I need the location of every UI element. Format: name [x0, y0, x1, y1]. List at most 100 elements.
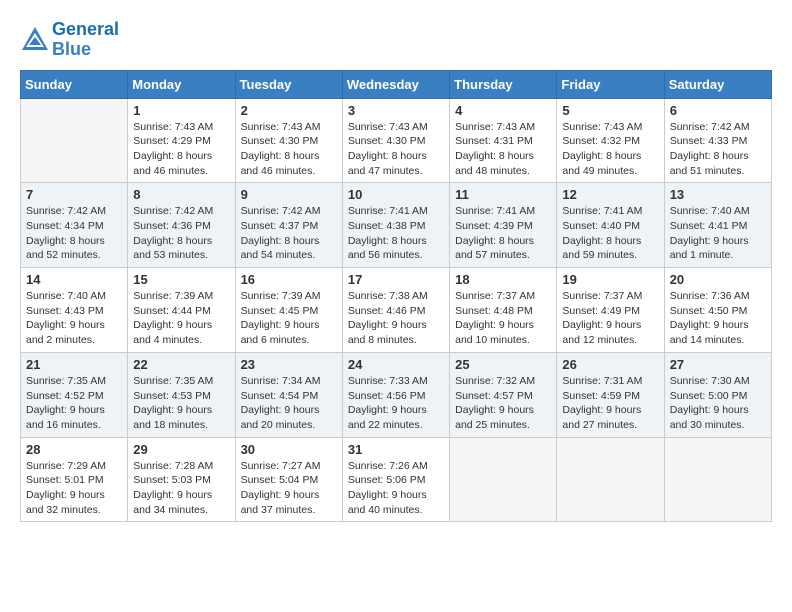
calendar-cell: 18 Sunrise: 7:37 AMSunset: 4:48 PMDayligh… [450, 268, 557, 353]
weekday-header-row: SundayMondayTuesdayWednesdayThursdayFrid… [21, 70, 772, 98]
day-info: Sunrise: 7:39 AMSunset: 4:45 PMDaylight:… [241, 289, 337, 348]
logo: GeneralBlue [20, 20, 119, 60]
calendar-cell: 24 Sunrise: 7:33 AMSunset: 4:56 PMDayligh… [342, 352, 449, 437]
calendar-cell: 25 Sunrise: 7:32 AMSunset: 4:57 PMDayligh… [450, 352, 557, 437]
day-info: Sunrise: 7:43 AMSunset: 4:30 PMDaylight:… [348, 120, 444, 179]
day-number: 31 [348, 442, 444, 457]
day-info: Sunrise: 7:26 AMSunset: 5:06 PMDaylight:… [348, 459, 444, 518]
day-info: Sunrise: 7:42 AMSunset: 4:37 PMDaylight:… [241, 204, 337, 263]
weekday-header-wednesday: Wednesday [342, 70, 449, 98]
day-info: Sunrise: 7:32 AMSunset: 4:57 PMDaylight:… [455, 374, 551, 433]
calendar-table: SundayMondayTuesdayWednesdayThursdayFrid… [20, 70, 772, 523]
calendar-cell: 30 Sunrise: 7:27 AMSunset: 5:04 PMDayligh… [235, 437, 342, 522]
calendar-cell [450, 437, 557, 522]
weekday-header-monday: Monday [128, 70, 235, 98]
day-info: Sunrise: 7:42 AMSunset: 4:33 PMDaylight:… [670, 120, 766, 179]
calendar-cell: 23 Sunrise: 7:34 AMSunset: 4:54 PMDayligh… [235, 352, 342, 437]
calendar-week-5: 28 Sunrise: 7:29 AMSunset: 5:01 PMDayligh… [21, 437, 772, 522]
day-number: 12 [562, 187, 658, 202]
day-number: 28 [26, 442, 122, 457]
day-number: 4 [455, 103, 551, 118]
day-number: 11 [455, 187, 551, 202]
weekday-header-saturday: Saturday [664, 70, 771, 98]
day-number: 30 [241, 442, 337, 457]
day-number: 2 [241, 103, 337, 118]
day-number: 26 [562, 357, 658, 372]
calendar-cell: 16 Sunrise: 7:39 AMSunset: 4:45 PMDayligh… [235, 268, 342, 353]
day-number: 23 [241, 357, 337, 372]
day-number: 15 [133, 272, 229, 287]
calendar-cell: 21 Sunrise: 7:35 AMSunset: 4:52 PMDayligh… [21, 352, 128, 437]
calendar-cell: 31 Sunrise: 7:26 AMSunset: 5:06 PMDayligh… [342, 437, 449, 522]
day-info: Sunrise: 7:27 AMSunset: 5:04 PMDaylight:… [241, 459, 337, 518]
calendar-week-1: 1Sunrise: 7:43 AMSunset: 4:29 PMDaylight… [21, 98, 772, 183]
day-number: 3 [348, 103, 444, 118]
day-info: Sunrise: 7:36 AMSunset: 4:50 PMDaylight:… [670, 289, 766, 348]
day-number: 5 [562, 103, 658, 118]
day-info: Sunrise: 7:31 AMSunset: 4:59 PMDaylight:… [562, 374, 658, 433]
calendar-cell: 4Sunrise: 7:43 AMSunset: 4:31 PMDaylight… [450, 98, 557, 183]
day-number: 25 [455, 357, 551, 372]
day-info: Sunrise: 7:30 AMSunset: 5:00 PMDaylight:… [670, 374, 766, 433]
calendar-week-2: 7Sunrise: 7:42 AMSunset: 4:34 PMDaylight… [21, 183, 772, 268]
day-number: 27 [670, 357, 766, 372]
calendar-cell: 11 Sunrise: 7:41 AMSunset: 4:39 PMDayligh… [450, 183, 557, 268]
calendar-cell [21, 98, 128, 183]
day-info: Sunrise: 7:41 AMSunset: 4:38 PMDaylight:… [348, 204, 444, 263]
calendar-cell: 15 Sunrise: 7:39 AMSunset: 4:44 PMDayligh… [128, 268, 235, 353]
day-number: 8 [133, 187, 229, 202]
day-number: 10 [348, 187, 444, 202]
calendar-cell [664, 437, 771, 522]
day-info: Sunrise: 7:38 AMSunset: 4:46 PMDaylight:… [348, 289, 444, 348]
logo-text: GeneralBlue [52, 20, 119, 60]
calendar-cell: 6 Sunrise: 7:42 AMSunset: 4:33 PMDaylight… [664, 98, 771, 183]
day-info: Sunrise: 7:42 AMSunset: 4:36 PMDaylight:… [133, 204, 229, 263]
day-info: Sunrise: 7:39 AMSunset: 4:44 PMDaylight:… [133, 289, 229, 348]
day-info: Sunrise: 7:35 AMSunset: 4:52 PMDaylight:… [26, 374, 122, 433]
day-info: Sunrise: 7:29 AMSunset: 5:01 PMDaylight:… [26, 459, 122, 518]
day-info: Sunrise: 7:34 AMSunset: 4:54 PMDaylight:… [241, 374, 337, 433]
day-info: Sunrise: 7:43 AMSunset: 4:29 PMDaylight:… [133, 120, 229, 179]
calendar-cell: 8 Sunrise: 7:42 AMSunset: 4:36 PMDaylight… [128, 183, 235, 268]
calendar-cell: 12 Sunrise: 7:41 AMSunset: 4:40 PMDayligh… [557, 183, 664, 268]
calendar-cell: 26 Sunrise: 7:31 AMSunset: 4:59 PMDayligh… [557, 352, 664, 437]
calendar-week-3: 14 Sunrise: 7:40 AMSunset: 4:43 PMDayligh… [21, 268, 772, 353]
day-info: Sunrise: 7:43 AMSunset: 4:30 PMDaylight:… [241, 120, 337, 179]
calendar-cell: 19 Sunrise: 7:37 AMSunset: 4:49 PMDayligh… [557, 268, 664, 353]
day-number: 22 [133, 357, 229, 372]
weekday-header-sunday: Sunday [21, 70, 128, 98]
calendar-cell: 3 Sunrise: 7:43 AMSunset: 4:30 PMDaylight… [342, 98, 449, 183]
day-number: 21 [26, 357, 122, 372]
calendar-cell: 27 Sunrise: 7:30 AMSunset: 5:00 PMDayligh… [664, 352, 771, 437]
calendar-cell: 28 Sunrise: 7:29 AMSunset: 5:01 PMDayligh… [21, 437, 128, 522]
day-info: Sunrise: 7:43 AMSunset: 4:32 PMDaylight:… [562, 120, 658, 179]
day-number: 18 [455, 272, 551, 287]
day-number: 19 [562, 272, 658, 287]
calendar-cell: 7Sunrise: 7:42 AMSunset: 4:34 PMDaylight… [21, 183, 128, 268]
weekday-header-tuesday: Tuesday [235, 70, 342, 98]
calendar-cell: 14 Sunrise: 7:40 AMSunset: 4:43 PMDayligh… [21, 268, 128, 353]
day-info: Sunrise: 7:33 AMSunset: 4:56 PMDaylight:… [348, 374, 444, 433]
calendar-cell: 1Sunrise: 7:43 AMSunset: 4:29 PMDaylight… [128, 98, 235, 183]
day-number: 16 [241, 272, 337, 287]
day-info: Sunrise: 7:41 AMSunset: 4:39 PMDaylight:… [455, 204, 551, 263]
day-info: Sunrise: 7:41 AMSunset: 4:40 PMDaylight:… [562, 204, 658, 263]
day-number: 24 [348, 357, 444, 372]
day-number: 20 [670, 272, 766, 287]
day-number: 13 [670, 187, 766, 202]
calendar-cell [557, 437, 664, 522]
day-number: 6 [670, 103, 766, 118]
day-number: 14 [26, 272, 122, 287]
day-info: Sunrise: 7:28 AMSunset: 5:03 PMDaylight:… [133, 459, 229, 518]
day-info: Sunrise: 7:35 AMSunset: 4:53 PMDaylight:… [133, 374, 229, 433]
day-number: 29 [133, 442, 229, 457]
day-info: Sunrise: 7:37 AMSunset: 4:49 PMDaylight:… [562, 289, 658, 348]
day-info: Sunrise: 7:37 AMSunset: 4:48 PMDaylight:… [455, 289, 551, 348]
day-info: Sunrise: 7:42 AMSunset: 4:34 PMDaylight:… [26, 204, 122, 263]
calendar-cell: 2 Sunrise: 7:43 AMSunset: 4:30 PMDaylight… [235, 98, 342, 183]
weekday-header-friday: Friday [557, 70, 664, 98]
day-number: 17 [348, 272, 444, 287]
day-info: Sunrise: 7:40 AMSunset: 4:41 PMDaylight:… [670, 204, 766, 263]
day-info: Sunrise: 7:40 AMSunset: 4:43 PMDaylight:… [26, 289, 122, 348]
calendar-cell: 5 Sunrise: 7:43 AMSunset: 4:32 PMDaylight… [557, 98, 664, 183]
